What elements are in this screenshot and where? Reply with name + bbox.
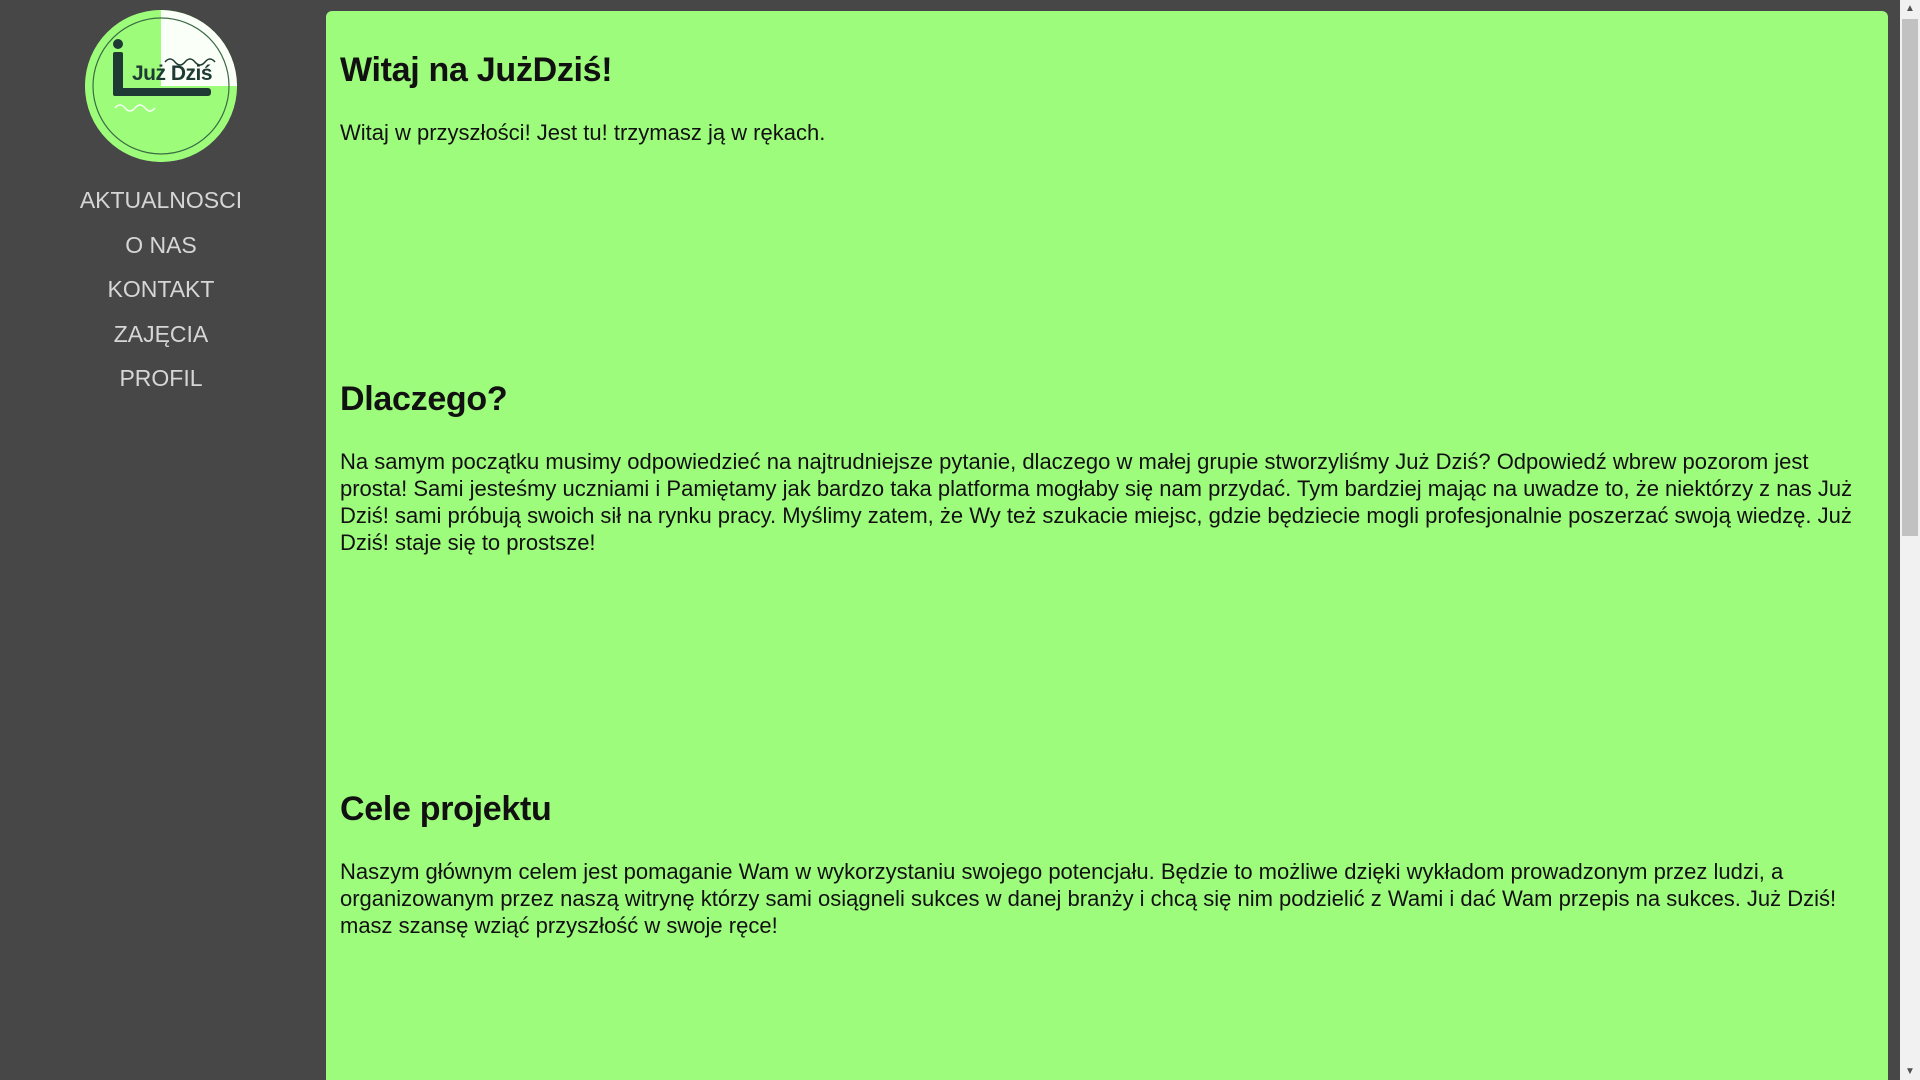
welcome-heading: Witaj na JużDziś!	[340, 51, 613, 89]
nav-item-o-nas[interactable]: O NAS	[0, 223, 322, 268]
goals-text: Naszym głównym celem jest pomaganie Wam …	[340, 859, 1837, 938]
welcome-text: Witaj w przyszłości! Jest tu! trzymasz j…	[340, 120, 826, 145]
goals-heading: Cele projektu	[340, 790, 552, 828]
scrollbar-thumb[interactable]	[1902, 19, 1918, 536]
vertical-scrollbar[interactable]: ▲ ▼	[1900, 0, 1920, 1080]
scroll-up-arrow-icon[interactable]: ▲	[1900, 0, 1920, 17]
nav-item-kontakt[interactable]: KONTAKT	[0, 267, 322, 312]
logo[interactable]: Już Dziś	[85, 10, 237, 162]
nav-item-aktualnosci[interactable]: AKTUALNOSCI	[0, 178, 322, 223]
nav-item-zajecia[interactable]: ZAJĘCIA	[0, 312, 322, 357]
why-heading: Dlaczego?	[340, 380, 508, 418]
logo-text: Już Dziś	[132, 62, 213, 85]
sidebar: Już Dziś AKTUALNOSCI O NAS KONTAKT ZAJĘC…	[0, 0, 326, 1080]
why-text: Na samym początku musimy odpowiedzieć na…	[340, 449, 1853, 555]
scroll-down-arrow-icon[interactable]: ▼	[1900, 1063, 1920, 1080]
main-navigation: AKTUALNOSCI O NAS KONTAKT ZAJĘCIA PROFIL	[0, 178, 322, 401]
nav-item-profil[interactable]: PROFIL	[0, 356, 322, 401]
juz-dzis-logo-icon	[85, 10, 237, 162]
main-content: Witaj na JużDziś! Witaj w przyszłości! J…	[326, 11, 1888, 1080]
